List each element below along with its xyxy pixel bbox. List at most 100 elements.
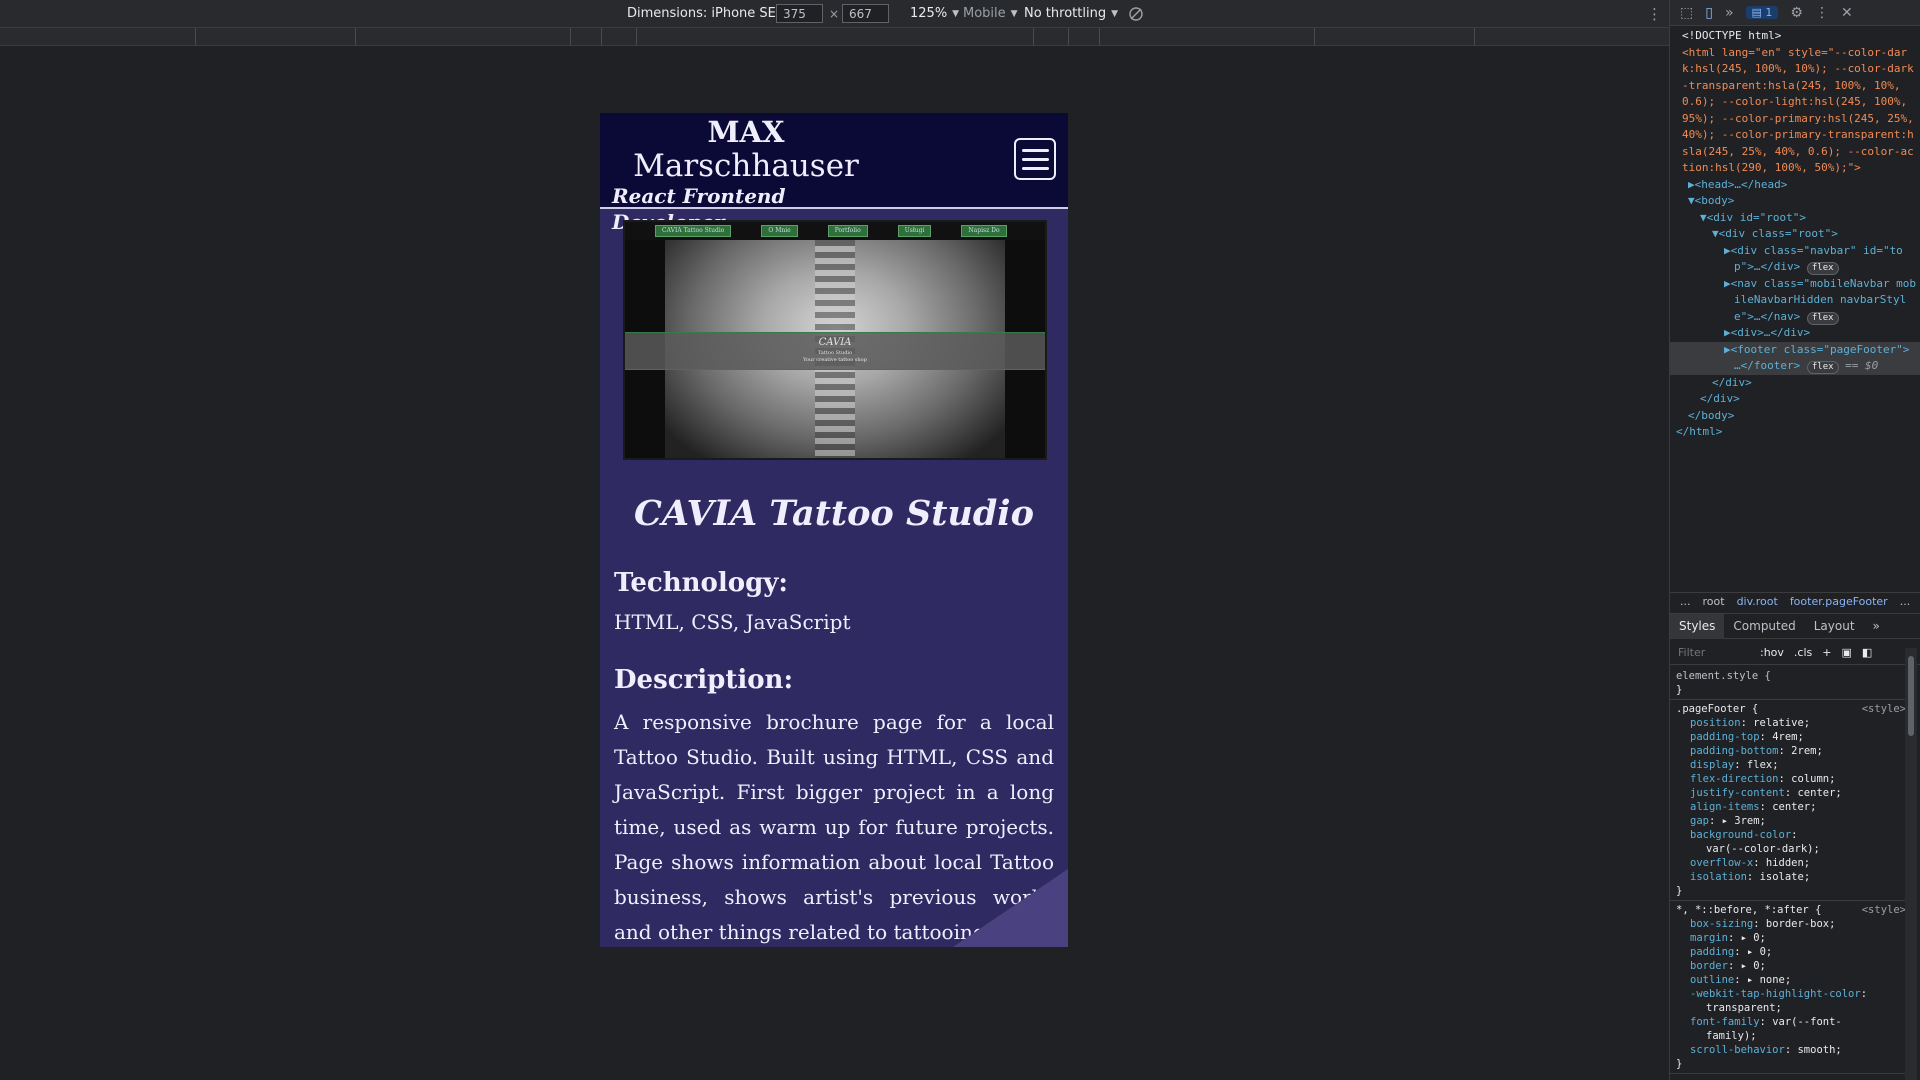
tree-line[interactable]: tion:hsl(290, 100%, 50%);"> — [1670, 160, 1920, 177]
css-declaration[interactable]: gap: ▸ 3rem; — [1670, 814, 1910, 828]
css-property-name[interactable]: scroll-behavior — [1690, 1044, 1785, 1056]
css-property-value[interactable]: column; — [1791, 773, 1835, 785]
css-property-value[interactable]: center; — [1772, 801, 1816, 813]
width-input[interactable] — [776, 4, 823, 23]
css-declaration[interactable]: transparent; — [1670, 1001, 1910, 1015]
css-declaration[interactable]: font-family: var(--font- — [1670, 1015, 1910, 1029]
tree-line[interactable]: k:hsl(245, 100%, 10%); --color-dark — [1670, 61, 1920, 78]
css-property-value[interactable]: 4rem; — [1772, 731, 1804, 743]
css-property-value[interactable]: ▸ 3rem; — [1722, 815, 1766, 827]
tree-line[interactable]: 0.6); --color-light:hsl(245, 100%, — [1670, 94, 1920, 111]
device-toggle-icon[interactable]: ▯ — [1705, 5, 1713, 21]
breadcrumb-item[interactable]: ... — [1680, 595, 1691, 608]
tree-line[interactable]: </body> — [1670, 408, 1920, 425]
css-property-value[interactable]: 2rem; — [1791, 745, 1823, 757]
css-property-name[interactable]: position — [1690, 717, 1741, 729]
css-declaration[interactable]: padding-bottom: 2rem; — [1670, 744, 1910, 758]
css-property-value[interactable]: smooth; — [1797, 1044, 1841, 1056]
css-declaration[interactable]: -webkit-tap-highlight-color: — [1670, 987, 1910, 1001]
height-input[interactable] — [842, 4, 889, 23]
tree-line[interactable]: ▶<div>…</div> — [1670, 325, 1920, 342]
css-property-name[interactable]: align-items — [1690, 801, 1760, 813]
css-property-name[interactable]: justify-content — [1690, 787, 1785, 799]
tree-line[interactable]: <!DOCTYPE html> — [1670, 28, 1920, 45]
more-options-icon[interactable]: ⋮ — [1647, 0, 1662, 27]
tree-line[interactable]: sla(245, 25%, 40%, 0.6); --color-ac — [1670, 144, 1920, 161]
more-tabs-icon[interactable]: » — [1864, 614, 1889, 639]
device-type-dropdown[interactable]: Mobile ▼ — [963, 0, 1018, 27]
hov-toggle[interactable]: :hov — [1760, 646, 1784, 659]
paint-icon[interactable]: ▣ — [1841, 646, 1851, 659]
css-property-value[interactable]: isolate; — [1760, 871, 1811, 883]
media-query-bar[interactable] — [0, 28, 1669, 46]
css-declaration[interactable]: display: flex; — [1670, 758, 1910, 772]
tab-computed[interactable]: Computed — [1724, 614, 1804, 639]
tree-line[interactable]: e">…</nav> flex — [1670, 309, 1920, 326]
add-rule-icon[interactable]: + — [1822, 646, 1831, 659]
dimensions-dropdown[interactable]: Dimensions: iPhone SE▼ — [627, 0, 788, 27]
breadcrumb-item[interactable]: root — [1703, 595, 1725, 608]
css-property-name[interactable]: background-color — [1690, 829, 1791, 841]
tree-line[interactable]: ▼<div id="root"> — [1670, 210, 1920, 227]
scrollbar-thumb[interactable] — [1908, 656, 1914, 736]
kebab-menu-icon[interactable]: ⋮ — [1815, 5, 1829, 21]
css-declaration[interactable]: family); — [1670, 1029, 1910, 1043]
css-property-value[interactable]: var(--color-dark); — [1706, 843, 1820, 855]
throttling-dropdown[interactable]: No throttling ▼ — [1024, 0, 1118, 27]
css-declaration[interactable]: position: relative; — [1670, 716, 1910, 730]
css-property-value[interactable]: family); — [1706, 1030, 1757, 1042]
css-property-value[interactable]: flex; — [1747, 759, 1779, 771]
css-property-name[interactable]: box-sizing — [1690, 918, 1753, 930]
tree-line-selected[interactable]: ▶<footer class="pageFooter"> — [1670, 341, 1920, 358]
issues-badge[interactable]: ▤ 1 — [1745, 6, 1779, 19]
css-declaration[interactable]: flex-direction: column; — [1670, 772, 1910, 786]
tree-line[interactable]: p">…</div> flex — [1670, 259, 1920, 276]
settings-gear-icon[interactable]: ⚙ — [1790, 5, 1803, 21]
css-declaration[interactable]: align-items: center; — [1670, 800, 1910, 814]
rule-selector[interactable]: .pageFooter { — [1676, 703, 1758, 715]
css-declaration[interactable]: outline: ▸ none; — [1670, 973, 1910, 987]
css-property-name[interactable]: isolation — [1690, 871, 1747, 883]
flex-badge[interactable]: flex — [1806, 262, 1839, 275]
css-property-name[interactable]: margin — [1690, 932, 1728, 944]
tree-line-selected[interactable]: …</footer> flex == $0 — [1670, 358, 1920, 375]
css-property-value[interactable]: center; — [1797, 787, 1841, 799]
css-property-name[interactable]: padding — [1690, 946, 1734, 958]
tree-line[interactable]: -transparent:hsla(245, 100%, 10%, — [1670, 78, 1920, 95]
tree-line[interactable]: </html> — [1670, 424, 1920, 441]
rotate-button[interactable] — [1128, 0, 1144, 27]
cls-toggle[interactable]: .cls — [1794, 646, 1812, 659]
rule-source[interactable]: <style> — [1862, 702, 1910, 716]
css-property-name[interactable]: outline — [1690, 974, 1734, 986]
breadcrumb-item[interactable]: div.root — [1737, 595, 1778, 608]
css-property-value[interactable]: border-box; — [1766, 918, 1836, 930]
css-declaration[interactable]: var(--color-dark); — [1670, 842, 1910, 856]
css-property-value[interactable]: ▸ 0; — [1741, 932, 1766, 944]
css-property-name[interactable]: padding-top — [1690, 731, 1760, 743]
tree-line[interactable]: <html lang="en" style="--color-dar — [1670, 45, 1920, 62]
css-declaration[interactable]: box-sizing: border-box; — [1670, 917, 1910, 931]
css-property-name[interactable]: padding-bottom — [1690, 745, 1779, 757]
css-declaration[interactable]: isolation: isolate; — [1670, 870, 1910, 884]
css-declaration[interactable]: padding: ▸ 0; — [1670, 945, 1910, 959]
css-property-name[interactable]: gap — [1690, 815, 1709, 827]
css-declaration[interactable]: background-color: — [1670, 828, 1910, 842]
css-property-value[interactable]: ▸ 0; — [1741, 960, 1766, 972]
css-declaration[interactable]: scroll-behavior: smooth; — [1670, 1043, 1910, 1057]
rule-selector[interactable]: element.style { — [1670, 669, 1910, 683]
css-property-value[interactable]: relative; — [1753, 717, 1810, 729]
css-property-value[interactable]: var(--font- — [1772, 1016, 1842, 1028]
sidebar-toggle-icon[interactable]: ◧ — [1862, 646, 1872, 659]
css-property-value[interactable]: ▸ 0; — [1747, 946, 1772, 958]
css-property-name[interactable]: display — [1690, 759, 1734, 771]
tree-line[interactable]: 40%); --color-primary-transparent:h — [1670, 127, 1920, 144]
zoom-dropdown[interactable]: 125% ▼ — [910, 0, 959, 27]
styles-scrollbar[interactable] — [1905, 648, 1917, 1080]
tree-line[interactable]: ileNavbarHidden navbarStyl — [1670, 292, 1920, 309]
css-property-name[interactable]: -webkit-tap-highlight-color — [1690, 988, 1861, 1000]
flex-badge[interactable]: flex — [1806, 361, 1839, 374]
inspect-element-icon[interactable]: ⬚ — [1680, 5, 1693, 21]
tree-line[interactable]: </div> — [1670, 391, 1920, 408]
breadcrumb-item[interactable]: ... — [1900, 595, 1911, 608]
css-declaration[interactable]: border: ▸ 0; — [1670, 959, 1910, 973]
